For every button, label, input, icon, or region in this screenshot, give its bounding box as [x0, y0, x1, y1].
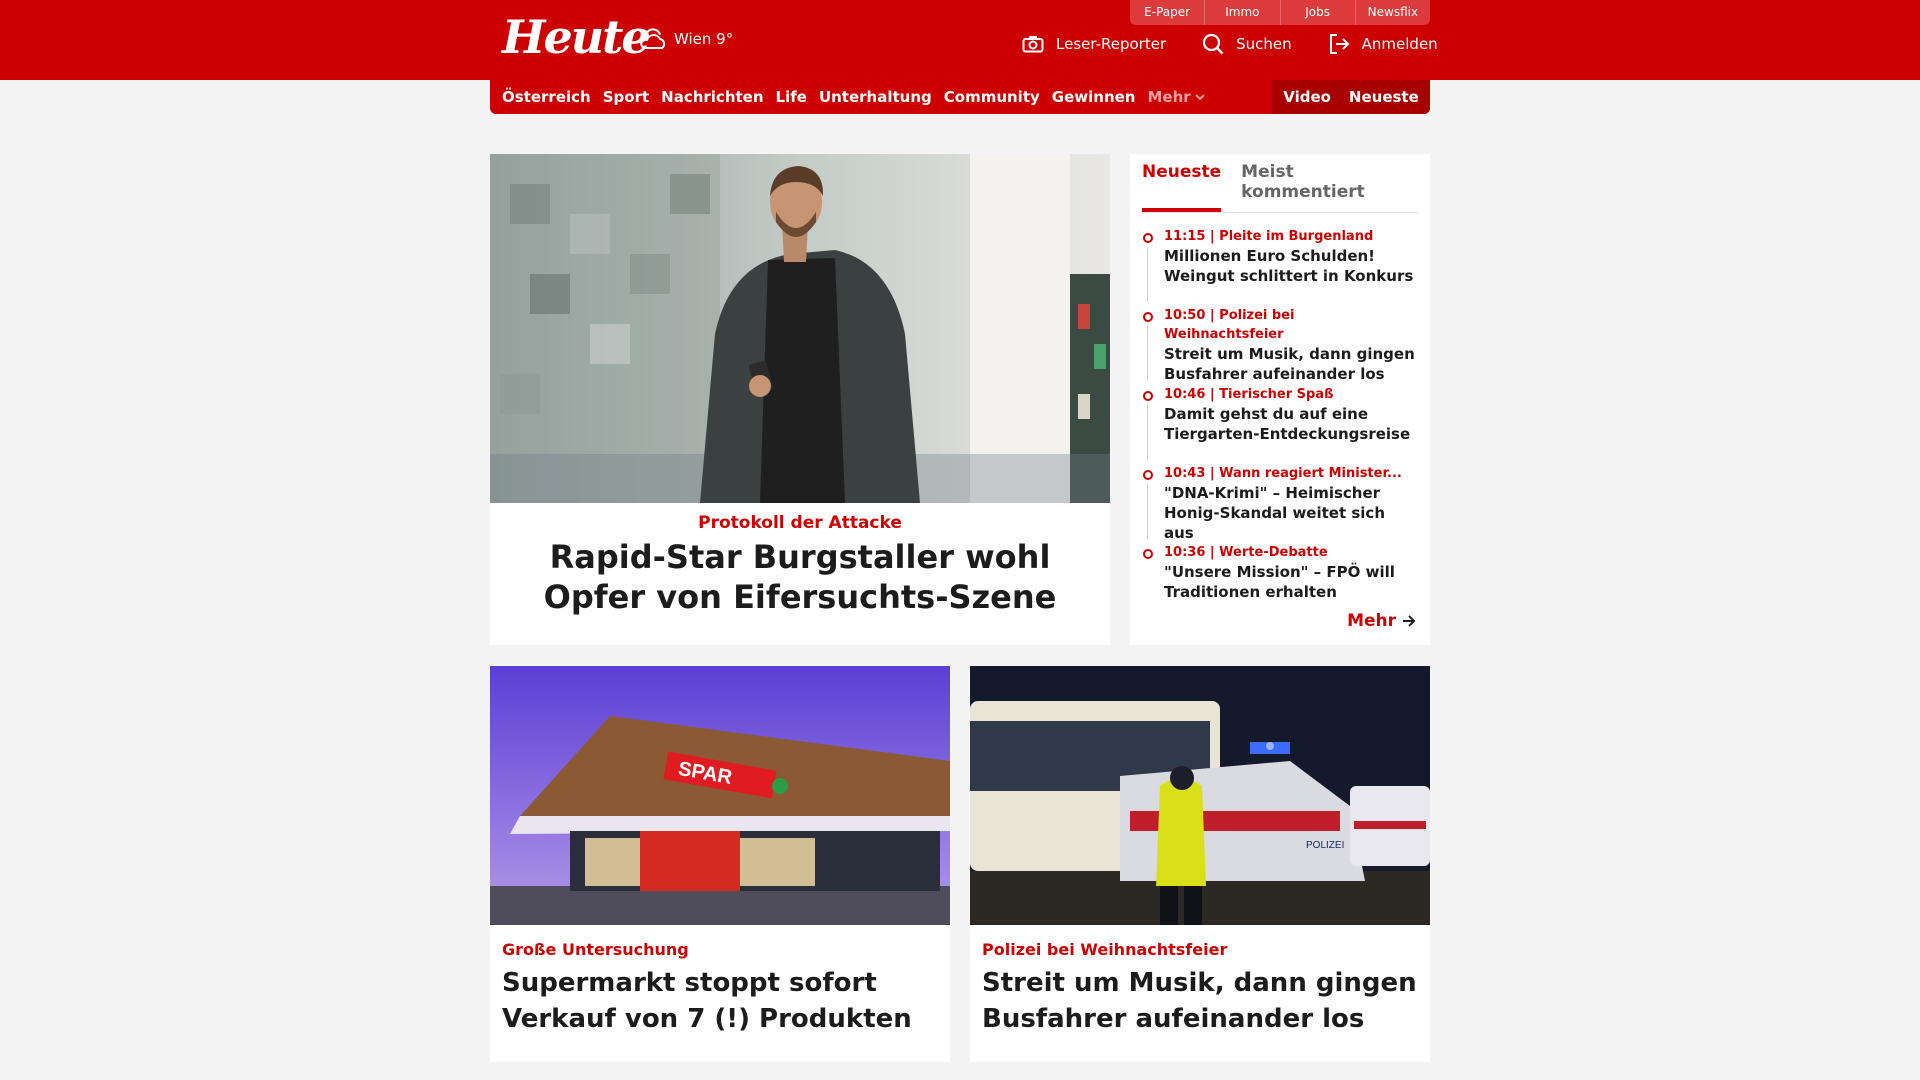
news-meta: 11:15 | Pleite im Burgenland — [1164, 229, 1374, 244]
timeline-line — [1147, 484, 1148, 539]
header-actions: Leser-Reporter Suchen Anmelden — [1022, 33, 1474, 55]
news-meta: 10:50 | Polizei bei Weihnachtsfeier — [1164, 308, 1295, 342]
card-image[interactable]: SPAR — [490, 666, 950, 925]
news-headline[interactable]: Streit um Musik, dann gingen Busfahrer a… — [1164, 344, 1418, 384]
nav-item-oesterreich[interactable]: Österreich — [502, 88, 591, 106]
nav-item-community[interactable]: Community — [944, 88, 1040, 106]
top-link-epaper[interactable]: E-Paper — [1130, 0, 1205, 25]
police-van-text: POLIZEI — [1306, 840, 1344, 851]
header-bar: E-Paper Immo Jobs Newsflix Heute Wien 9°… — [0, 0, 1920, 80]
latest-news-sidebar: Neueste Meist kommentiert 11:15 | Pleite… — [1130, 154, 1430, 645]
top-link-immo[interactable]: Immo — [1204, 0, 1280, 25]
nav-right-section: Video Neueste — [1272, 80, 1430, 114]
main-nav: Österreich Sport Nachrichten Life Unterh… — [490, 80, 1430, 114]
login-label: Anmelden — [1361, 35, 1438, 53]
news-headline[interactable]: Millionen Euro Schulden! Weingut schlitt… — [1164, 246, 1418, 286]
nav-more-dropdown[interactable]: Mehr — [1147, 88, 1205, 106]
nav-neueste-link[interactable]: Neueste — [1349, 88, 1419, 106]
hero-article[interactable]: Protokoll der Attacke Rapid-Star Burgsta… — [490, 154, 1110, 645]
news-headline[interactable]: "Unsere Mission" – FPÖ will Traditionen … — [1164, 562, 1418, 602]
news-meta: 10:46 | Tierischer Spaß — [1164, 387, 1334, 402]
camera-icon — [1022, 36, 1044, 53]
top-link-newsflix[interactable]: Newsflix — [1354, 0, 1430, 25]
nav-item-unterhaltung[interactable]: Unterhaltung — [819, 88, 932, 106]
search-icon — [1203, 33, 1224, 55]
timeline-dot — [1143, 312, 1153, 322]
timeline-dot — [1143, 470, 1153, 480]
chevron-down-icon — [1194, 94, 1205, 101]
article-card[interactable]: POLIZEI Polizei bei Weihnachtsfeier Stre… — [970, 666, 1430, 1062]
timeline-dot — [1143, 233, 1153, 243]
card-title[interactable]: Streit um Musik, dann gingen Busfahrer a… — [982, 965, 1418, 1037]
hero-kicker: Protokoll der Attacke — [698, 513, 902, 533]
article-card[interactable]: SPAR Große Untersuchung Supermarkt stopp… — [490, 666, 950, 1062]
login-icon — [1329, 34, 1350, 54]
nav-more-label: Mehr — [1147, 88, 1191, 106]
list-item[interactable]: 11:15 | Pleite im Burgenland Millionen E… — [1142, 227, 1418, 306]
news-headline[interactable]: "DNA-Krimi" – Heimischer Honig-Skandal w… — [1164, 483, 1418, 543]
search-button[interactable]: Suchen — [1202, 33, 1292, 55]
top-link-jobs[interactable]: Jobs — [1279, 0, 1355, 25]
card-kicker: Große Untersuchung — [502, 940, 689, 959]
card-image[interactable]: POLIZEI — [970, 666, 1430, 925]
nav-video-link[interactable]: Video — [1283, 88, 1331, 106]
timeline-line — [1147, 405, 1148, 460]
weather-label: Wien 9° — [674, 30, 734, 48]
card-kicker: Polizei bei Weihnachtsfeier — [982, 940, 1228, 959]
nav-item-life[interactable]: Life — [776, 88, 807, 106]
news-meta: 10:43 | Wann reagiert Minister... — [1164, 466, 1402, 481]
hero-title[interactable]: Rapid-Star Burgstaller wohl Opfer von Ei… — [490, 537, 1110, 617]
top-links: E-Paper Immo Jobs Newsflix — [1130, 0, 1430, 25]
card-title[interactable]: Supermarkt stoppt sofort Verkauf von 7 (… — [502, 965, 938, 1037]
nav-item-sport[interactable]: Sport — [603, 88, 649, 106]
news-meta: 10:36 | Werte-Debatte — [1164, 545, 1328, 560]
list-item[interactable]: 10:46 | Tierischer Spaß Damit gehst du a… — [1142, 385, 1418, 464]
weather-widget[interactable]: Wien 9° — [638, 26, 733, 52]
leser-reporter-button[interactable]: Leser-Reporter — [1022, 35, 1166, 53]
nav-items: Österreich Sport Nachrichten Life Unterh… — [502, 80, 1217, 114]
timeline-dot — [1143, 549, 1153, 559]
list-item[interactable]: 10:50 | Polizei bei Weihnachtsfeier Stre… — [1142, 306, 1418, 385]
site-logo[interactable]: Heute — [502, 12, 651, 62]
timeline-dot — [1143, 391, 1153, 401]
sidebar-more-label: Mehr — [1347, 611, 1396, 631]
login-button[interactable]: Anmelden — [1328, 33, 1438, 55]
sidebar-more-link[interactable]: Mehr — [1347, 611, 1416, 631]
list-item[interactable]: 10:43 | Wann reagiert Minister... "DNA-K… — [1142, 464, 1418, 543]
timeline-line — [1147, 326, 1148, 381]
tab-meist-kommentiert[interactable]: Meist kommentiert — [1241, 162, 1398, 212]
nav-item-gewinnen[interactable]: Gewinnen — [1052, 88, 1136, 106]
search-label: Suchen — [1236, 35, 1292, 53]
leser-reporter-label: Leser-Reporter — [1056, 35, 1167, 53]
nav-item-nachrichten[interactable]: Nachrichten — [661, 88, 763, 106]
arrow-right-icon — [1403, 615, 1416, 627]
hero-image[interactable] — [490, 154, 1110, 503]
tab-neueste[interactable]: Neueste — [1142, 162, 1222, 212]
weather-cloud-icon — [640, 28, 666, 49]
sidebar-tabs: Neueste Meist kommentiert — [1142, 154, 1418, 213]
news-list: 11:15 | Pleite im Burgenland Millionen E… — [1142, 227, 1418, 622]
timeline-line — [1147, 247, 1148, 302]
news-headline[interactable]: Damit gehst du auf eine Tiergarten-Entde… — [1164, 404, 1418, 444]
